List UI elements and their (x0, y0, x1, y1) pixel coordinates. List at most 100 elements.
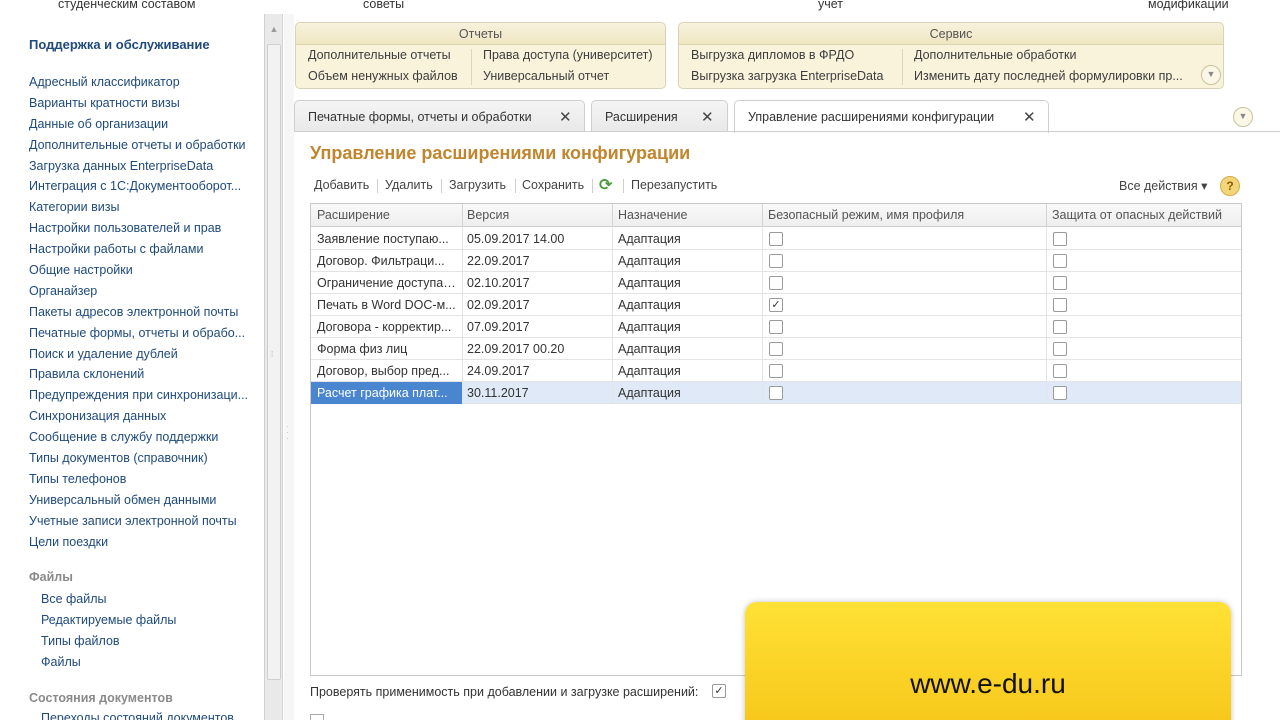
table-row[interactable]: Заявление поступаю... 05.09.2017 14.00 Ада… (311, 228, 1241, 250)
sidebar-item[interactable]: Синхронизация данных (29, 406, 257, 427)
tab-manage-extensions[interactable]: Управление расширениями конфигурации ✕ (734, 100, 1049, 133)
cell-version[interactable]: 24.09.2017 (467, 364, 607, 378)
cell-purpose[interactable]: Адаптация (618, 276, 758, 290)
table-row[interactable]: Договор. Фильтраци... 22.09.2017 Адаптация (311, 250, 1241, 272)
sidebar-item[interactable]: Все файлы (41, 589, 251, 610)
cell-version[interactable]: 22.09.2017 00.20 (467, 342, 607, 356)
cell-purpose[interactable]: Адаптация (618, 232, 758, 246)
safe-mode-checkbox[interactable] (769, 364, 783, 378)
check-applicability-checkbox[interactable]: ✓ (712, 684, 726, 698)
cmd-additional-reports[interactable]: Дополнительные отчеты (308, 48, 451, 62)
delete-button[interactable]: Удалить (385, 178, 433, 192)
cmd-export-diplomas[interactable]: Выгрузка дипломов в ФРДО (691, 48, 854, 62)
load-button[interactable]: Загрузить (449, 178, 506, 192)
safe-mode-checkbox[interactable] (769, 342, 783, 356)
table-row[interactable]: Расчет графика плат... 30.11.2017 Адаптаци… (311, 382, 1241, 404)
table-row[interactable]: Форма физ лиц 22.09.2017 00.20 Адаптация (311, 338, 1241, 360)
sidebar-item[interactable]: Органайзер (29, 281, 257, 302)
protection-checkbox[interactable] (1053, 254, 1067, 268)
safe-mode-checkbox[interactable]: ✓ (769, 298, 783, 312)
cell-purpose[interactable]: Адаптация (618, 298, 758, 312)
top-strip-item[interactable]: студенческим составом (58, 0, 196, 11)
help-icon[interactable]: ? (1220, 176, 1240, 196)
column-header-version[interactable]: Версия (467, 208, 607, 222)
cell-name[interactable]: Ограничение доступа ... (317, 276, 457, 290)
sidebar-item[interactable]: Печатные формы, отчеты и обрабо... (29, 323, 257, 344)
sidebar-item[interactable]: Загрузка данных EnterpriseData (29, 156, 257, 177)
cmd-universal-report[interactable]: Универсальный отчет (483, 69, 609, 83)
checkbox[interactable] (310, 714, 324, 720)
scrollbar-thumb[interactable] (267, 44, 281, 680)
cell-name[interactable]: Печать в Word DOC-м... (317, 298, 457, 312)
top-strip-item[interactable]: учет (818, 0, 843, 11)
sidebar-item[interactable]: Предупреждения при синхронизаци... (29, 385, 257, 406)
table-row[interactable]: Договор, выбор пред... 24.09.2017 Адаптаци… (311, 360, 1241, 382)
sidebar-item[interactable]: Категории визы (29, 197, 257, 218)
protection-checkbox[interactable] (1053, 276, 1067, 290)
cell-name[interactable]: Форма физ лиц (317, 342, 457, 356)
cmd-access-rights[interactable]: Права доступа (университет) (483, 48, 653, 62)
protection-checkbox[interactable] (1053, 342, 1067, 356)
cell-name[interactable]: Заявление поступаю... (317, 232, 457, 246)
column-header-safe-mode[interactable]: Безопасный режим, имя профиля (768, 208, 1043, 222)
table-row[interactable]: Ограничение доступа ... 02.10.2017 Адаптац… (311, 272, 1241, 294)
sidebar-item[interactable]: Типы файлов (41, 631, 251, 652)
close-icon[interactable]: ✕ (701, 108, 714, 126)
protection-checkbox[interactable] (1053, 232, 1067, 246)
tab-extensions[interactable]: Расширения ✕ (591, 100, 728, 132)
column-header-protection[interactable]: Защита от опасных действий (1052, 208, 1237, 222)
cell-purpose[interactable]: Адаптация (618, 254, 758, 268)
cell-purpose[interactable]: Адаптация (618, 342, 758, 356)
save-button[interactable]: Сохранить (522, 178, 584, 192)
sidebar-item[interactable]: Пакеты адресов электронной почты (29, 302, 257, 323)
cell-name[interactable]: Договора - корректир... (317, 320, 457, 334)
sidebar-item[interactable]: Настройки работы с файлами (29, 239, 257, 260)
top-strip-item[interactable]: советы (363, 0, 404, 11)
sidebar-item[interactable]: Цели поездки (29, 532, 257, 553)
sidebar-item[interactable]: Интеграция с 1С:Документооборот... (29, 176, 257, 197)
sidebar-item[interactable]: Переходы состояний документов (41, 708, 251, 720)
sidebar-item[interactable]: Типы телефонов (29, 469, 257, 490)
tabs-menu-chevron-icon[interactable]: ▼ (1233, 107, 1253, 127)
cell-version[interactable]: 02.09.2017 (467, 298, 607, 312)
sidebar-item[interactable]: Данные об организации (29, 114, 257, 135)
close-icon[interactable]: ✕ (559, 108, 572, 126)
cmd-enterprisedata-exchange[interactable]: Выгрузка загрузка EnterpriseData (691, 69, 883, 83)
protection-checkbox[interactable] (1053, 320, 1067, 334)
cell-purpose[interactable]: Адаптация (618, 386, 758, 400)
sidebar-item[interactable]: Сообщение в службу поддержки (29, 427, 257, 448)
table-row[interactable]: Печать в Word DOC-м... 02.09.2017 Адаптаци… (311, 294, 1241, 316)
cell-version[interactable]: 30.11.2017 (467, 386, 607, 400)
safe-mode-checkbox[interactable] (769, 276, 783, 290)
sidebar-item[interactable]: Правила склонений (29, 364, 257, 385)
sidebar-item[interactable]: Дополнительные отчеты и обработки (29, 135, 257, 156)
safe-mode-checkbox[interactable] (769, 254, 783, 268)
add-button[interactable]: Добавить (314, 178, 369, 192)
sidebar-item[interactable]: Универсальный обмен данными (29, 490, 257, 511)
cell-version[interactable]: 07.09.2017 (467, 320, 607, 334)
protection-checkbox[interactable] (1053, 386, 1067, 400)
cell-version[interactable]: 22.09.2017 (467, 254, 607, 268)
close-icon[interactable]: ✕ (1023, 108, 1036, 126)
sidebar-item[interactable]: Поиск и удаление дублей (29, 344, 257, 365)
table-row[interactable]: Договора - корректир... 07.09.2017 Адаптац… (311, 316, 1241, 338)
cell-name[interactable]: Расчет графика плат... (317, 386, 457, 400)
sidebar-item[interactable]: Настройки пользователей и прав (29, 218, 257, 239)
sidebar-item[interactable]: Редактируемые файлы (41, 610, 251, 631)
safe-mode-checkbox[interactable] (769, 386, 783, 400)
sidebar-item[interactable]: Общие настройки (29, 260, 257, 281)
cell-purpose[interactable]: Адаптация (618, 364, 758, 378)
column-header-purpose[interactable]: Назначение (618, 208, 758, 222)
protection-checkbox[interactable] (1053, 298, 1067, 312)
all-actions-button[interactable]: Все действия ▾ (1119, 178, 1207, 193)
top-strip-item[interactable]: модификации (1148, 0, 1229, 11)
tab-print-forms[interactable]: Печатные формы, отчеты и обработки ✕ (294, 100, 585, 132)
sidebar-item[interactable]: Типы документов (справочник) (29, 448, 257, 469)
refresh-icon[interactable]: ⟳ (599, 175, 612, 195)
cell-name[interactable]: Договор, выбор пред... (317, 364, 457, 378)
scroll-up-icon[interactable]: ▲ (265, 14, 283, 44)
sidebar-item[interactable]: Учетные записи электронной почты (29, 511, 257, 532)
sidebar-item[interactable]: Варианты кратности визы (29, 93, 257, 114)
cmd-additional-processing[interactable]: Дополнительные обработки (914, 48, 1076, 62)
safe-mode-checkbox[interactable] (769, 232, 783, 246)
